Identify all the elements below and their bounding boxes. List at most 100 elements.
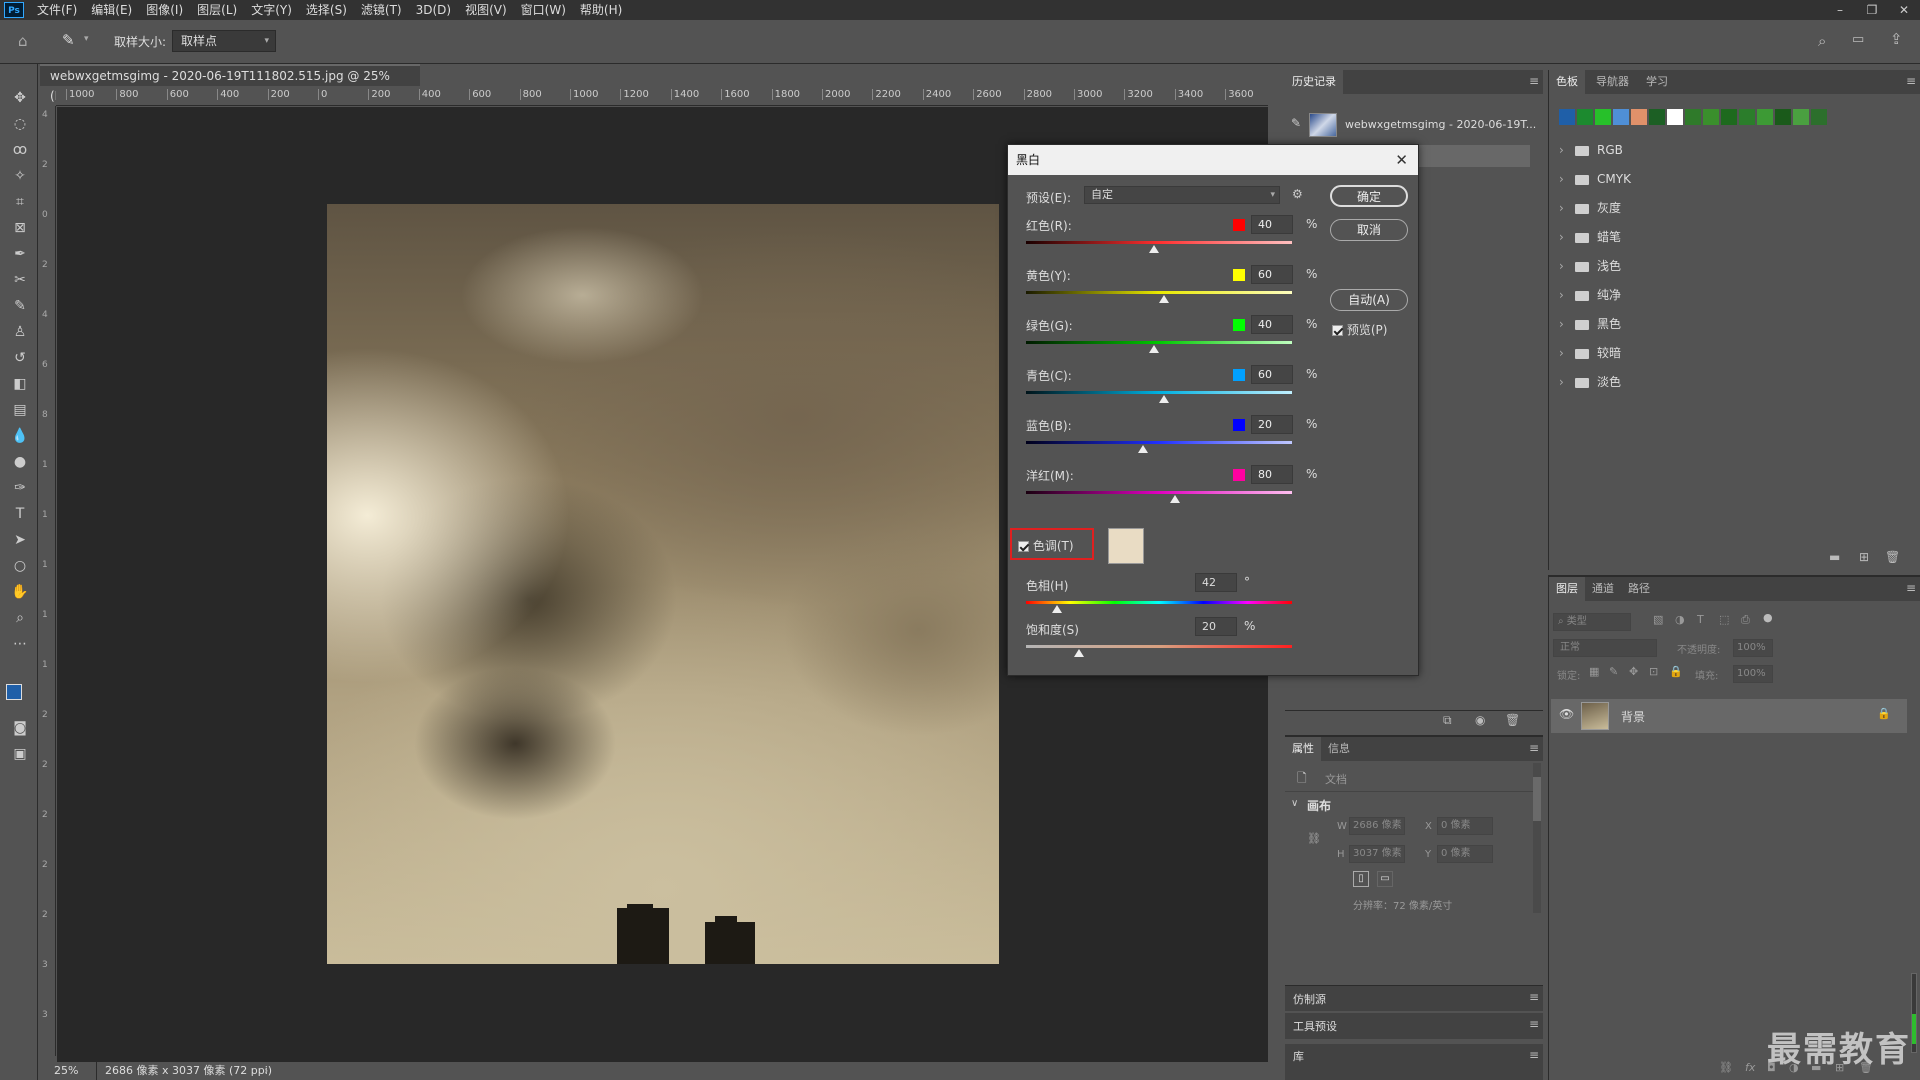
fill-field[interactable]: 100% xyxy=(1733,665,1773,683)
new-swatch-icon[interactable]: ⊞ xyxy=(1859,550,1869,564)
new-document-icon[interactable]: ⧉ xyxy=(1443,713,1452,728)
filter-shape-icon[interactable]: ⬚ xyxy=(1719,613,1729,626)
height-field[interactable]: 3037 像素 xyxy=(1349,845,1405,863)
color-swatch[interactable] xyxy=(1631,109,1647,125)
dodge-tool-icon[interactable]: ● xyxy=(9,452,31,472)
eraser-tool-icon[interactable]: ◧ xyxy=(9,374,31,394)
tab-info[interactable]: 信息 xyxy=(1321,737,1357,761)
filter-adjust-icon[interactable]: ◑ xyxy=(1675,613,1685,626)
lock-transparent-icon[interactable]: ▦ xyxy=(1589,665,1599,678)
color-swatch[interactable] xyxy=(1739,109,1755,125)
color-swatch[interactable] xyxy=(1577,109,1593,125)
panel-menu-icon[interactable]: ≡ xyxy=(1906,581,1916,595)
swatch-folder-pale[interactable]: › 淡色 xyxy=(1559,368,1899,396)
tab-navigator[interactable]: 导航器 xyxy=(1589,70,1636,94)
slider-track[interactable] xyxy=(1026,441,1292,444)
document-tab[interactable]: webwxgetmsgimg - 2020-06-19T111802.515.j… xyxy=(40,64,420,103)
layers-scrollbar[interactable] xyxy=(1911,973,1917,1053)
color-swatch[interactable] xyxy=(1703,109,1719,125)
close-icon[interactable]: ✕ xyxy=(1395,145,1408,175)
width-field[interactable]: 2686 像素 xyxy=(1349,817,1405,835)
clone-source-panel-collapsed[interactable]: 仿制源 ≡ xyxy=(1285,985,1543,1011)
layer-row-background[interactable]: 👁 背景 🔒 xyxy=(1551,699,1907,733)
tab-swatches[interactable]: 色板 xyxy=(1549,70,1585,94)
chevron-right-icon[interactable]: › xyxy=(264,1062,268,1080)
preset-select[interactable]: 自定 ▾ xyxy=(1084,186,1280,204)
slider-value-field[interactable]: 40 xyxy=(1251,215,1293,234)
stamp-tool-icon[interactable]: ♙ xyxy=(9,322,31,342)
color-swatch[interactable] xyxy=(1721,109,1737,125)
filter-type-icon[interactable]: T xyxy=(1697,613,1704,626)
close-icon[interactable]: ✕ xyxy=(1888,0,1920,20)
x-field[interactable]: 0 像素 xyxy=(1437,817,1493,835)
color-swatch[interactable] xyxy=(1757,109,1773,125)
new-group-icon[interactable]: ▬ xyxy=(1829,550,1840,564)
swatch-folder-cmyk[interactable]: › CMYK xyxy=(1559,165,1899,193)
marquee-tool-icon[interactable]: ◌ xyxy=(9,114,31,134)
tab-properties[interactable]: 属性 xyxy=(1285,737,1321,761)
menu-filter[interactable]: 滤镜(T) xyxy=(354,0,409,20)
color-swatch[interactable] xyxy=(1559,109,1575,125)
color-swatch[interactable] xyxy=(1811,109,1827,125)
properties-scrollbar[interactable] xyxy=(1533,763,1541,913)
auto-button[interactable]: 自动(A) xyxy=(1330,289,1408,311)
filter-pixel-icon[interactable]: ▧ xyxy=(1653,613,1663,626)
slider-value-field[interactable]: 40 xyxy=(1251,315,1293,334)
history-brush-tool-icon[interactable]: ↺ xyxy=(9,348,31,368)
swatch-folder-darker[interactable]: › 较暗 xyxy=(1559,339,1899,367)
menu-view[interactable]: 视图(V) xyxy=(458,0,514,20)
slider-thumb[interactable] xyxy=(1159,295,1170,303)
panel-menu-icon[interactable]: ≡ xyxy=(1529,1048,1539,1062)
restore-icon[interactable]: ❐ xyxy=(1856,0,1888,20)
saturation-slider-track[interactable] xyxy=(1026,645,1292,648)
slider-value-field[interactable]: 20 xyxy=(1251,415,1293,434)
zoom-tool-icon[interactable]: ⌕ xyxy=(9,608,31,628)
slider-value-field[interactable]: 80 xyxy=(1251,465,1293,484)
lock-paint-icon[interactable]: ✎ xyxy=(1609,665,1618,678)
preset-settings-gear-icon[interactable]: ⚙ xyxy=(1292,187,1303,201)
lasso-tool-icon[interactable]: ꝏ xyxy=(9,140,31,160)
color-swatch[interactable] xyxy=(1649,109,1665,125)
panel-menu-icon[interactable]: ≡ xyxy=(1529,74,1539,88)
slider-track[interactable] xyxy=(1026,341,1292,344)
slider-thumb[interactable] xyxy=(1159,395,1170,403)
ellipse-tool-icon[interactable]: ○ xyxy=(9,556,31,576)
hue-slider-thumb[interactable] xyxy=(1052,605,1063,613)
chevron-down-icon[interactable]: ∨ xyxy=(1291,798,1298,809)
panel-menu-icon[interactable]: ≡ xyxy=(1906,74,1916,88)
minimize-icon[interactable]: – xyxy=(1824,0,1856,20)
menu-window[interactable]: 窗口(W) xyxy=(514,0,573,20)
document-image[interactable] xyxy=(327,204,999,964)
color-swatch[interactable] xyxy=(1793,109,1809,125)
workspace-icon[interactable]: ▭ xyxy=(1852,32,1864,47)
move-tool-icon[interactable]: ✥ xyxy=(9,88,31,108)
zoom-level[interactable]: 25% xyxy=(54,1062,78,1080)
saturation-field[interactable]: 20 xyxy=(1195,617,1237,636)
slider-thumb[interactable] xyxy=(1148,245,1159,253)
filter-smart-icon[interactable]: ⎙ xyxy=(1741,613,1750,627)
opacity-field[interactable]: 100% xyxy=(1733,639,1773,657)
tab-history[interactable]: 历史记录 xyxy=(1285,70,1343,94)
eyedropper-tool-icon[interactable]: ✎ xyxy=(62,31,75,49)
path-select-tool-icon[interactable]: ➤ xyxy=(9,530,31,550)
pen-tool-icon[interactable]: ✑ xyxy=(9,478,31,498)
hand-tool-icon[interactable]: ✋ xyxy=(9,582,31,602)
slider-thumb[interactable] xyxy=(1169,495,1180,503)
frame-tool-icon[interactable]: ⊠ xyxy=(9,218,31,238)
color-swatch[interactable] xyxy=(1685,109,1701,125)
eyedropper-tool-icon[interactable]: ✒ xyxy=(9,244,31,264)
quick-mask-icon[interactable]: ◙ xyxy=(9,718,31,738)
libraries-panel-collapsed[interactable]: 库 ≡ xyxy=(1285,1044,1543,1080)
swatch-folder-dark[interactable]: › 黑色 xyxy=(1559,310,1899,338)
portrait-orientation-icon[interactable]: ▯ xyxy=(1353,871,1369,887)
slider-thumb[interactable] xyxy=(1148,345,1159,353)
tab-learn[interactable]: 学习 xyxy=(1639,70,1675,94)
tab-layers[interactable]: 图层 xyxy=(1549,577,1585,601)
swatch-folder-light[interactable]: › 浅色 xyxy=(1559,252,1899,280)
swatch-folder-pastel[interactable]: › 蜡笔 xyxy=(1559,223,1899,251)
menu-image[interactable]: 图像(I) xyxy=(139,0,190,20)
crop-tool-icon[interactable]: ⌗ xyxy=(9,192,31,212)
slider-track[interactable] xyxy=(1026,291,1292,294)
tint-checkbox[interactable]: 色调(T) xyxy=(1018,537,1074,554)
cancel-button[interactable]: 取消 xyxy=(1330,219,1408,241)
